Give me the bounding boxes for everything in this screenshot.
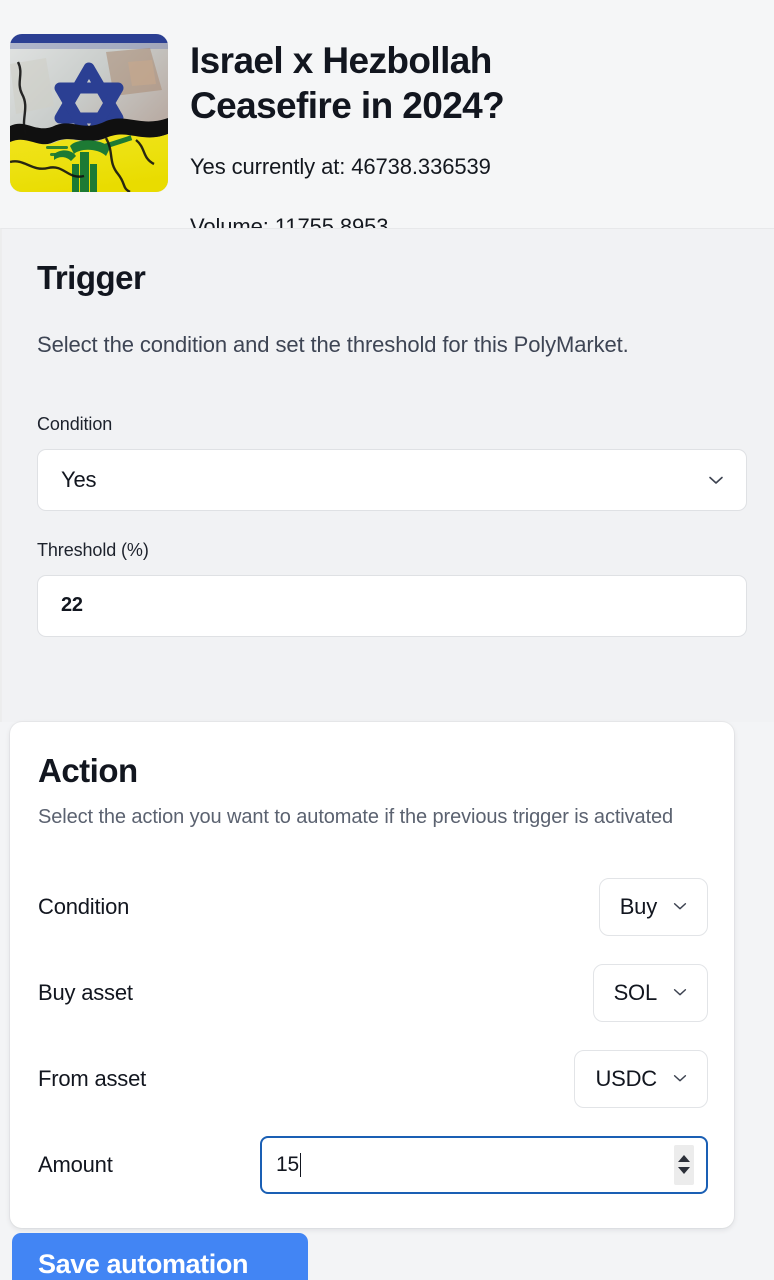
market-price-line: Yes currently at: 46738.336539 [190, 154, 491, 180]
action-condition-value: Buy [619, 893, 658, 919]
action-from-asset-select[interactable]: USDC [574, 1049, 708, 1108]
stepper-up-icon[interactable] [678, 1155, 690, 1163]
action-card: Action Select the action you want to aut… [10, 722, 734, 1228]
trigger-panel: Trigger Select the condition and set the… [0, 228, 774, 722]
number-stepper[interactable] [674, 1144, 694, 1185]
trigger-condition-value: Yes [61, 466, 97, 492]
trigger-condition-label: Condition [37, 413, 113, 434]
action-from-asset-row: From asset USDC [38, 1036, 708, 1122]
action-condition-label: Condition [38, 893, 130, 919]
action-buy-asset-select[interactable]: SOL [592, 963, 708, 1022]
trigger-description: Select the condition and set the thresho… [37, 332, 629, 357]
trigger-threshold-label: Threshold (%) [37, 539, 149, 560]
chevron-down-icon [706, 470, 726, 490]
action-heading: Action [38, 752, 138, 789]
action-buy-asset-label: Buy asset [38, 979, 133, 1005]
stepper-down-icon[interactable] [678, 1167, 690, 1175]
action-amount-input[interactable]: 15 [260, 1135, 708, 1194]
action-condition-select[interactable]: Buy [598, 877, 708, 936]
action-from-asset-label: From asset [38, 1065, 147, 1091]
market-info: Israel x Hezbollah Ceasefire in 2024? Ye… [190, 34, 610, 240]
market-title: Israel x Hezbollah Ceasefire in 2024? [190, 40, 505, 127]
action-buy-asset-row: Buy asset SOL [38, 950, 708, 1036]
action-from-asset-value: USDC [595, 1065, 657, 1091]
action-amount-row: Amount 15 [38, 1122, 708, 1208]
action-buy-asset-value: SOL [613, 979, 658, 1005]
market-header: Israel x Hezbollah Ceasefire in 2024? Ye… [0, 0, 774, 239]
action-condition-row: Condition Buy [38, 864, 708, 950]
trigger-threshold-input[interactable]: 22 [37, 574, 747, 637]
chevron-down-icon [671, 1069, 691, 1089]
trigger-condition-select[interactable]: Yes [37, 448, 747, 511]
market-thumbnail-image [10, 34, 168, 192]
trigger-threshold-value: 22 [61, 594, 83, 617]
chevron-down-icon [671, 983, 691, 1003]
text-caret [299, 1152, 302, 1177]
action-amount-value: 15 [276, 1152, 299, 1176]
action-amount-label: Amount [38, 1151, 113, 1177]
trigger-heading: Trigger [37, 259, 146, 296]
save-automation-button[interactable]: Save automation [12, 1233, 308, 1280]
action-description: Select the action you want to automate i… [38, 806, 674, 828]
chevron-down-icon [671, 897, 691, 917]
